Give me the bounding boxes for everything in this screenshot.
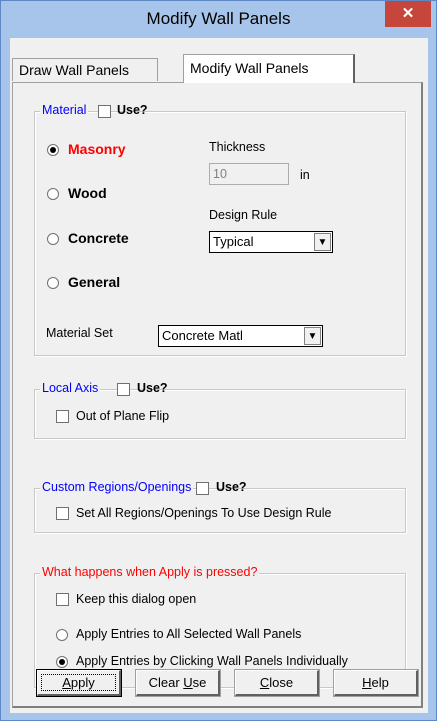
apply-behavior-legend: What happens when Apply is pressed? — [40, 565, 260, 579]
material-set-label: Material Set — [46, 326, 113, 340]
apply-button[interactable]: Apply — [36, 669, 122, 697]
keep-dialog-open-label[interactable]: Keep this dialog open — [76, 592, 196, 606]
design-rule-value: Typical — [213, 234, 254, 249]
material-legend: Material — [40, 103, 89, 117]
local-axis-use-label: Use? — [137, 381, 168, 395]
keep-dialog-open-checkbox[interactable] — [56, 593, 69, 606]
label-concrete[interactable]: Concrete — [68, 230, 129, 246]
close-button[interactable]: Close — [235, 670, 319, 696]
material-set-value: Concrete Matl — [162, 328, 243, 343]
tab-draw-wall-panels[interactable]: Draw Wall Panels — [12, 58, 158, 81]
label-masonry[interactable]: Masonry — [68, 141, 126, 157]
help-label: Help — [362, 675, 389, 690]
custom-regions-use-label: Use? — [216, 480, 247, 494]
close-icon: ✕ — [401, 5, 415, 22]
tab-panel-modify: Material Use? Masonry Wood Concrete Gene… — [12, 82, 423, 708]
thickness-unit: in — [300, 168, 310, 182]
title-bar[interactable]: Modify Wall Panels ✕ — [1, 1, 436, 37]
window-title: Modify Wall Panels — [146, 9, 291, 28]
focus-rect — [41, 674, 116, 691]
design-rule-label: Design Rule — [209, 208, 278, 222]
local-axis-legend: Local Axis — [40, 381, 101, 395]
radio-masonry[interactable] — [47, 144, 59, 156]
material-use-label: Use? — [117, 103, 148, 117]
material-set-select[interactable]: Concrete Matl ▼ — [158, 325, 323, 347]
close-window-button[interactable]: ✕ — [385, 1, 431, 27]
material-use-checkbox[interactable] — [98, 105, 111, 118]
dialog-window: Modify Wall Panels ✕ Draw Wall Panels Mo… — [0, 0, 437, 721]
label-wood[interactable]: Wood — [68, 185, 107, 201]
radio-general[interactable] — [47, 277, 59, 289]
chevron-down-icon[interactable]: ▼ — [314, 233, 331, 251]
custom-regions-use-checkbox[interactable] — [196, 482, 209, 495]
set-all-regions-checkbox[interactable] — [56, 507, 69, 520]
label-general[interactable]: General — [68, 274, 120, 290]
clear-use-label: Clear Use — [148, 675, 207, 690]
clear-use-button[interactable]: Clear Use — [136, 670, 220, 696]
custom-regions-legend: Custom Regions/Openings — [40, 480, 194, 494]
design-rule-select[interactable]: Typical ▼ — [209, 231, 333, 253]
help-button[interactable]: Help — [334, 670, 418, 696]
out-of-plane-flip-label[interactable]: Out of Plane Flip — [76, 409, 169, 423]
radio-wood[interactable] — [47, 188, 59, 200]
radio-apply-individually[interactable] — [56, 656, 68, 668]
thickness-label: Thickness — [209, 140, 266, 154]
close-label: Close — [259, 675, 294, 690]
radio-concrete[interactable] — [47, 233, 59, 245]
chevron-down-icon[interactable]: ▼ — [304, 327, 321, 345]
set-all-regions-label[interactable]: Set All Regions/Openings To Use Design R… — [76, 506, 331, 520]
thickness-input[interactable] — [209, 163, 289, 185]
apply-individually-label[interactable]: Apply Entries by Clicking Wall Panels In… — [76, 654, 348, 668]
apply-all-selected-label[interactable]: Apply Entries to All Selected Wall Panel… — [76, 627, 301, 641]
local-axis-use-checkbox[interactable] — [117, 383, 130, 396]
out-of-plane-flip-checkbox[interactable] — [56, 410, 69, 423]
tab-modify-wall-panels[interactable]: Modify Wall Panels — [183, 54, 355, 83]
radio-apply-all-selected[interactable] — [56, 629, 68, 641]
dialog-client-area: Draw Wall Panels Modify Wall Panels Mate… — [10, 38, 428, 713]
